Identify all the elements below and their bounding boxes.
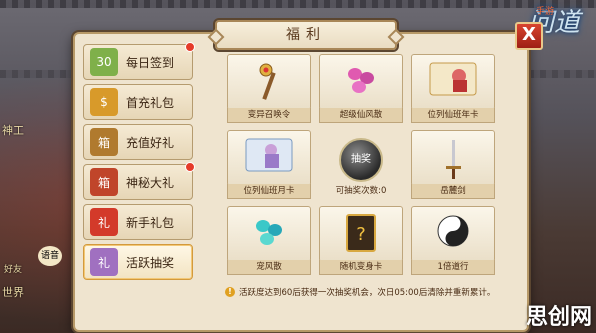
- reward-label: 位列仙班月卡: [227, 184, 311, 199]
- sidebar-item-icon: 箱: [90, 128, 118, 156]
- voice-chat-icon[interactable]: 语音: [38, 246, 62, 266]
- sidebar-item-4[interactable]: 礼新手礼包: [83, 204, 193, 240]
- reward-item-5[interactable]: 岳麓剑: [411, 130, 495, 200]
- reward-label: 变异召唤令: [227, 108, 311, 123]
- sidebar-item-3[interactable]: 箱神秘大礼: [83, 162, 195, 200]
- svg-text:?: ?: [356, 224, 366, 245]
- reward-label: 宠风散: [227, 260, 311, 275]
- sidebar-item-label: 新手礼包: [126, 215, 175, 230]
- pink-gems-icon: [343, 62, 379, 102]
- sidebar-item-label: 神秘大礼: [126, 175, 175, 190]
- reward-label: 超级仙风散: [319, 108, 403, 123]
- reward-label: 位列仙班年卡: [411, 108, 495, 123]
- sidebar-item-label: 每日签到: [126, 55, 175, 70]
- teal-gems-icon: [251, 214, 287, 254]
- sidebar-item-icon: 礼: [90, 208, 118, 236]
- reward-label: 1倍道行: [411, 260, 495, 275]
- question-card-icon: ?: [346, 214, 376, 256]
- warning-icon: !: [225, 287, 235, 297]
- sidebar-item-5[interactable]: 礼活跃抽奖: [83, 244, 193, 280]
- friends-button[interactable]: 好友: [4, 262, 22, 275]
- reward-item-6[interactable]: 宠风散: [227, 206, 311, 276]
- sidebar-item-label: 首充礼包: [126, 95, 175, 110]
- month-card-icon: [245, 138, 293, 176]
- roof-decoration: [0, 0, 596, 8]
- yinyang-icon: [436, 214, 470, 252]
- footer-text: 活跃度达到60后获得一次抽奖机会，次日05:00后清除并重新累计。: [239, 288, 496, 298]
- close-button[interactable]: X: [515, 22, 543, 50]
- sidebar-item-0[interactable]: 30 每日签到: [83, 42, 195, 80]
- sidebar-item-label: 充值好礼: [126, 135, 175, 150]
- notification-badge: [185, 42, 195, 52]
- draw-coin-icon: 抽奖: [339, 138, 383, 182]
- logo-subtext: 手游: [535, 7, 554, 17]
- reward-item-0[interactable]: 变异召唤令: [227, 54, 311, 124]
- reward-item-1[interactable]: 超级仙风散: [319, 54, 403, 124]
- sidebar-item-2[interactable]: 箱充值好礼: [83, 124, 193, 160]
- reward-item-8[interactable]: 1倍道行: [411, 206, 495, 276]
- reward-item-7[interactable]: ? 随机变身卡: [319, 206, 403, 276]
- notification-badge: [185, 162, 195, 172]
- reward-label: 随机变身卡: [319, 260, 403, 275]
- sidebar-item-1[interactable]: $ 首充礼包: [83, 84, 193, 120]
- sidebar: 30 每日签到 $ 首充礼包箱充值好礼箱神秘大礼礼新手礼包礼活跃抽奖: [83, 42, 195, 284]
- world-chat-tab[interactable]: 世界: [2, 284, 24, 300]
- reward-item-4[interactable]: 抽奖可抽奖次数:0: [319, 130, 403, 200]
- footer-note: ! 活跃度达到60后获得一次抽奖机会，次日05:00后清除并重新累计。: [225, 286, 525, 298]
- reward-label: 可抽奖次数:0: [335, 186, 387, 196]
- sidebar-item-icon: 礼: [90, 248, 118, 276]
- sidebar-item-label: 活跃抽奖: [126, 255, 175, 270]
- draw-coin[interactable]: 抽奖: [339, 138, 383, 182]
- bg-label: 神工: [2, 124, 24, 137]
- watermark: 思创网: [525, 305, 592, 330]
- reward-item-2[interactable]: 位列仙班年卡: [411, 54, 495, 124]
- scepter-icon: [254, 62, 284, 106]
- welfare-panel: 福利 X 30 每日签到 $ 首充礼包箱充值好礼箱神秘大礼礼新手礼包礼活跃抽奖 变异召…: [73, 20, 543, 332]
- reward-label: 岳麓剑: [411, 184, 495, 199]
- panel-title: 福利: [215, 20, 397, 50]
- year-card-icon: [429, 62, 477, 100]
- sidebar-item-icon: 30: [90, 48, 118, 76]
- sidebar-item-icon: $: [90, 88, 118, 116]
- sidebar-item-icon: 箱: [90, 168, 118, 196]
- sword-icon: [442, 138, 464, 186]
- reward-item-3[interactable]: 位列仙班月卡: [227, 130, 311, 200]
